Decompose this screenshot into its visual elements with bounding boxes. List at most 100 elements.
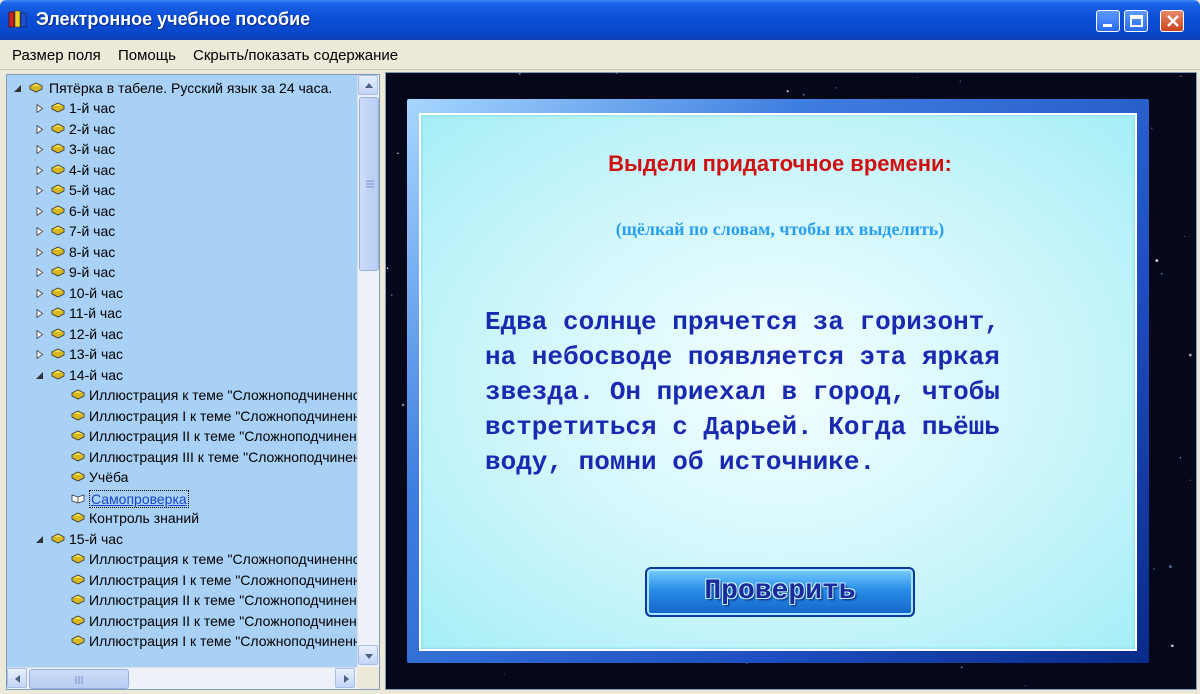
window-title: Электронное учебное пособие	[36, 9, 311, 29]
exercise-text-line[interactable]: встретиться с Дарьей. Когда пьёшь	[485, 410, 1105, 445]
star	[959, 80, 961, 82]
scroll-up-button[interactable]	[358, 75, 378, 95]
star	[1180, 75, 1182, 77]
tree-item-label: Иллюстрация II к теме "Сложноподчиненное…	[89, 428, 357, 444]
collapsed-triangle-icon	[36, 165, 44, 175]
book-icon	[71, 594, 85, 605]
book-icon	[51, 307, 65, 318]
tree-vertical-scrollbar[interactable]	[357, 75, 379, 667]
close-icon	[1167, 15, 1179, 27]
collapsed-triangle-icon	[36, 124, 44, 134]
book-icon	[51, 328, 65, 338]
book-icon	[71, 451, 85, 461]
star	[397, 152, 399, 155]
tree-item-label: 2-й час	[69, 120, 116, 137]
tree-item-label: 15-й час	[69, 530, 124, 547]
collapsed-triangle-icon	[36, 288, 44, 298]
collapsed-triangle-icon	[36, 186, 44, 195]
exercise-text-line[interactable]: Едва солнце прячется за горизонт,	[485, 305, 1105, 340]
star	[518, 73, 521, 75]
horizontal-scroll-thumb[interactable]	[29, 669, 129, 689]
star	[1189, 479, 1191, 481]
grip-icon	[366, 180, 374, 188]
tree-item-label: Иллюстрация III к теме "Сложноподчиненно…	[89, 448, 357, 465]
tree-item-label: Контроль знаний	[89, 510, 200, 526]
tree-item-label: Иллюстрация I к теме "Сложноподчиненное …	[89, 633, 357, 649]
exercise-text[interactable]: Едва солнце прячется за горизонт, на неб…	[485, 305, 1105, 480]
exercise-text-line[interactable]: на небосводе появляется эта яркая	[485, 340, 1105, 375]
menu-toggle-contents[interactable]: Скрыть/показать содержание	[193, 47, 398, 64]
tree-item-label: 8-й час	[69, 243, 116, 260]
minimize-icon	[1103, 24, 1112, 27]
arrow-down-icon	[365, 654, 373, 659]
tree-item-label: 11-й час	[69, 305, 122, 321]
open-book-icon	[71, 493, 85, 503]
tree-item-label: 5-й час	[69, 182, 116, 198]
book-icon	[71, 410, 85, 420]
exercise-text-line[interactable]: воду, помни об источнике.	[485, 445, 1105, 480]
star	[1155, 259, 1159, 262]
book-icon	[71, 389, 85, 400]
check-button[interactable]: Проверить	[645, 567, 915, 617]
star	[386, 267, 389, 269]
tree-horizontal-scrollbar[interactable]	[7, 667, 357, 689]
star	[401, 403, 405, 407]
grip-icon	[75, 676, 83, 684]
tree-viewport[interactable]: Пятёрка в табеле. Русский язык за 24 час…	[7, 75, 357, 667]
close-button[interactable]	[1160, 10, 1184, 32]
star	[390, 294, 393, 297]
book-icon	[51, 184, 65, 195]
book-icon	[51, 287, 65, 297]
tree-item-label: Иллюстрация I к теме "Сложноподчиненное …	[89, 407, 357, 424]
tree-item-label: Иллюстрация II к теме "Сложноподчиненное…	[89, 612, 357, 629]
exercise-board: Выдели придаточное времени: (щёлкай по с…	[419, 113, 1137, 651]
book-icon	[51, 123, 65, 133]
collapsed-triangle-icon	[36, 247, 44, 257]
menu-field-size[interactable]: Размер поля	[12, 47, 101, 64]
vertical-scroll-thumb[interactable]	[359, 97, 379, 271]
book-icon	[51, 348, 65, 359]
tree-item-label: 3-й час	[69, 141, 116, 157]
book-icon	[71, 635, 85, 646]
collapsed-triangle-icon	[36, 309, 44, 318]
title-bar[interactable]: Электронное учебное пособие	[0, 0, 1200, 40]
scroll-right-button[interactable]	[335, 668, 355, 688]
star	[746, 662, 748, 665]
exercise-board-frame: Выдели придаточное времени: (щёлкай по с…	[407, 99, 1149, 663]
exercise-hint: (щёлкай по словам, чтобы их выделить)	[615, 219, 945, 239]
tree-item-label: 7-й час	[69, 223, 116, 239]
menu-bar: Размер поля Помощь Скрыть/показать содер…	[0, 40, 1200, 70]
tree-item-label: 12-й час	[69, 325, 124, 342]
tree-item-label: Иллюстрация к теме "Сложноподчиненное пр…	[89, 387, 357, 403]
book-icon	[71, 430, 85, 441]
book-icon	[51, 164, 65, 174]
expanded-triangle-icon	[14, 85, 21, 92]
tree-item-label: 10-й час	[69, 284, 124, 301]
book-icon	[29, 82, 43, 93]
minimize-button[interactable]	[1096, 10, 1120, 32]
expanded-triangle-icon	[36, 371, 43, 379]
exercise-text-line[interactable]: звезда. Он приехал в город, чтобы	[485, 375, 1105, 410]
scroll-down-button[interactable]	[358, 645, 378, 665]
star	[1188, 353, 1192, 357]
star	[1153, 568, 1155, 570]
collapsed-triangle-icon	[36, 227, 44, 236]
collapsed-triangle-icon	[36, 350, 44, 359]
maximize-button[interactable]	[1124, 10, 1148, 32]
tree-item-label: Учёба	[89, 469, 129, 485]
book-icon	[51, 369, 65, 379]
tree-item-label: 14-й час	[69, 366, 124, 383]
book-icon	[71, 615, 85, 625]
star	[1196, 81, 1197, 82]
book-icon	[51, 266, 65, 277]
check-button-label: Проверить	[704, 576, 856, 607]
menu-help[interactable]: Помощь	[118, 47, 176, 64]
collapsed-triangle-icon	[36, 206, 44, 216]
maximize-icon	[1130, 15, 1143, 27]
scroll-left-button[interactable]	[7, 668, 27, 688]
collapsed-triangle-icon	[36, 145, 44, 154]
arrow-left-icon	[15, 675, 20, 683]
exercise-title: Выдели придаточное времени:	[608, 151, 952, 176]
star	[802, 93, 805, 96]
book-icon	[51, 205, 65, 215]
